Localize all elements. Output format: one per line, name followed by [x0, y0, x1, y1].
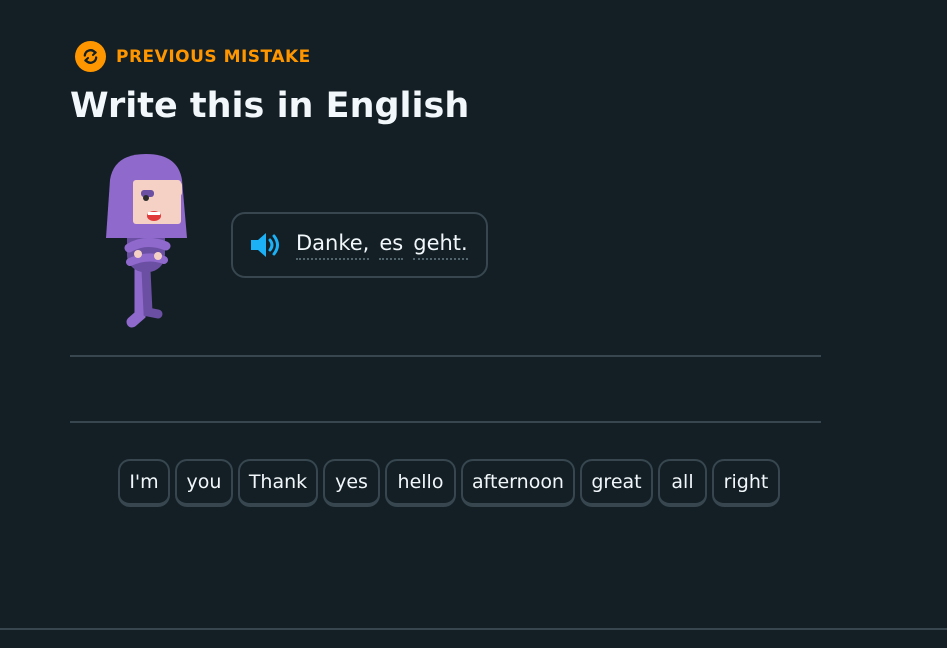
- answer-line-top: [70, 355, 821, 357]
- prompt-sentence: Danke, es geht.: [296, 231, 468, 260]
- word-tile[interactable]: you: [175, 459, 233, 507]
- word-tile[interactable]: hello: [385, 459, 456, 507]
- word-bank: I'm you Thank yes hello afternoon great …: [118, 459, 780, 507]
- character-illustration: [96, 150, 196, 335]
- word-tile[interactable]: I'm: [118, 459, 170, 507]
- speaker-icon[interactable]: [249, 230, 285, 260]
- speech-bubble: Danke, es geht.: [231, 212, 488, 278]
- word-tile[interactable]: yes: [323, 459, 380, 507]
- word-tile[interactable]: all: [658, 459, 707, 507]
- badge-label: PREVIOUS MISTAKE: [116, 46, 311, 67]
- previous-mistake-badge: PREVIOUS MISTAKE: [75, 41, 311, 72]
- prompt-word[interactable]: es: [379, 231, 404, 260]
- prompt-word[interactable]: geht.: [413, 231, 468, 260]
- word-tile[interactable]: great: [580, 459, 653, 507]
- page-title: Write this in English: [70, 86, 470, 126]
- word-tile[interactable]: Thank: [238, 459, 318, 507]
- footer-divider: [0, 628, 947, 630]
- word-tile[interactable]: afternoon: [461, 459, 575, 507]
- prompt-word[interactable]: Danke,: [296, 231, 370, 260]
- answer-line-bottom: [70, 421, 821, 423]
- repeat-arrows-icon: [75, 41, 106, 72]
- word-tile[interactable]: right: [712, 459, 780, 507]
